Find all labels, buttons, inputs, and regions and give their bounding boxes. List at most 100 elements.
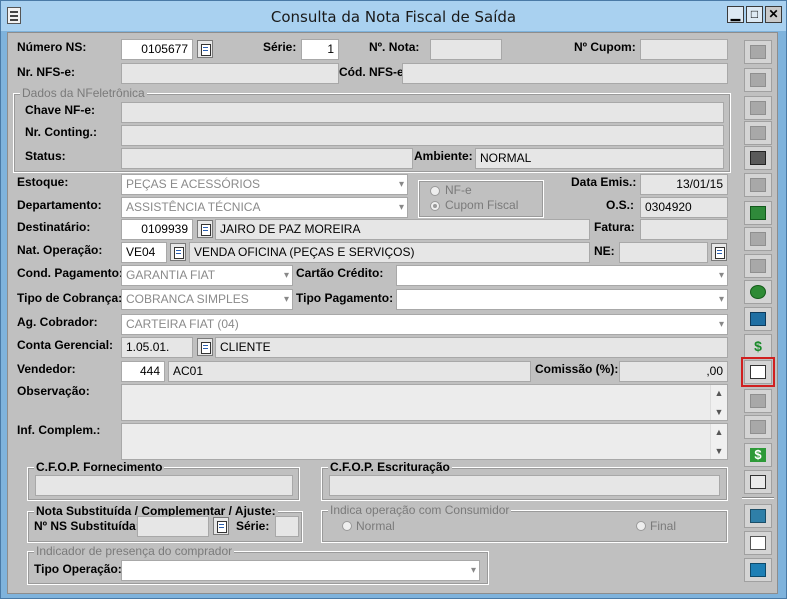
data-emis-field[interactable]: 13/01/15	[640, 174, 728, 195]
cod-nfse-field[interactable]	[402, 63, 728, 84]
tipo-cobranca-select[interactable]: COBRANCA SIMPLES ▾	[121, 289, 293, 310]
scroll-up-icon[interactable]: ▲	[711, 424, 727, 440]
tipo-pag-select[interactable]: ▾	[396, 289, 728, 310]
transfer-button[interactable]	[744, 307, 772, 331]
chevron-down-icon: ▾	[470, 565, 476, 576]
cupom-label: Nº Cupom:	[574, 40, 636, 54]
cupom-field[interactable]	[640, 39, 728, 60]
form-area: Número NS: 0105677 Série: 1 Nº. Nota: Nº…	[9, 34, 735, 592]
substituida-serie-field[interactable]	[275, 516, 299, 537]
vendedor-name-field[interactable]: AC01	[168, 361, 531, 382]
departamento-value: ASSISTÊNCIA TÉCNICA	[126, 200, 261, 214]
nfe-radio[interactable]	[430, 186, 440, 196]
merge-button[interactable]	[744, 389, 772, 413]
window-title: Consulta da Nota Fiscal de Saída	[270, 8, 517, 26]
ag-cobrador-select[interactable]: CARTEIRA FIAT (04) ▾	[121, 314, 728, 335]
fatura-field[interactable]	[640, 219, 728, 240]
columns-button[interactable]	[744, 415, 772, 439]
os-field[interactable]: 0304920	[640, 197, 728, 218]
cartao-select[interactable]: ▾	[396, 265, 728, 286]
serie-label: Série:	[263, 40, 297, 54]
cupom-radio[interactable]	[430, 201, 440, 211]
numero-ns-lookup-icon[interactable]	[197, 40, 213, 58]
dollar-icon: $	[754, 338, 762, 354]
list-button[interactable]	[744, 96, 772, 120]
cod-nfse-label: Cód. NFS-e:	[339, 65, 408, 79]
destinatario-lookup-icon[interactable]	[197, 220, 213, 238]
estoque-label: Estoque:	[17, 175, 69, 189]
minimize-button[interactable]: ▁	[727, 6, 744, 23]
preview-button[interactable]	[744, 121, 772, 145]
trash-button[interactable]	[744, 227, 772, 251]
numero-ns-field[interactable]: 0105677	[121, 39, 193, 60]
edit-document-icon	[750, 365, 766, 379]
destinatario-label: Destinatário:	[17, 220, 91, 234]
truck-button[interactable]	[744, 173, 772, 197]
insert-row-icon	[750, 45, 766, 59]
cond-pag-select[interactable]: GARANTIA FIAT ▾	[121, 265, 293, 286]
nat-op-code-field[interactable]: VE04	[121, 242, 167, 263]
comissao-field[interactable]: ,00	[619, 361, 728, 382]
tipo-operacao-select[interactable]: ▾	[121, 560, 480, 581]
grid-button[interactable]	[744, 531, 772, 555]
tipo-cobranca-value: COBRANCA SIMPLES	[126, 292, 249, 306]
nfse-label: Nr. NFS-e:	[17, 65, 76, 79]
conta-lookup-icon[interactable]	[197, 338, 213, 356]
chave-field[interactable]	[121, 102, 724, 123]
conta-code-field[interactable]: 1.05.01.	[121, 337, 193, 358]
insert-row-button[interactable]	[744, 40, 772, 64]
destinatario-code-field[interactable]: 0109939	[121, 219, 193, 240]
consumidor-normal-radio[interactable]	[342, 521, 352, 531]
observacao-scrollbar[interactable]: ▲ ▼	[710, 385, 727, 420]
cupom-radio-label: Cupom Fiscal	[445, 198, 519, 212]
merge-icon	[750, 394, 766, 408]
scroll-down-icon[interactable]: ▼	[711, 404, 727, 420]
nota-field[interactable]	[430, 39, 502, 60]
table-edit-button[interactable]	[744, 68, 772, 92]
chevron-down-icon: ▾	[398, 202, 404, 213]
save-edit-button[interactable]	[744, 504, 772, 528]
export-button[interactable]	[744, 470, 772, 494]
maximize-button[interactable]: □	[746, 6, 763, 23]
dollar-button-2[interactable]: $	[744, 443, 772, 467]
ns-substituida-lookup-icon[interactable]	[213, 517, 229, 535]
toolbar: $ $	[741, 37, 775, 589]
exit-button[interactable]	[744, 558, 772, 582]
print-document-button[interactable]	[744, 146, 772, 170]
contig-field[interactable]	[121, 125, 724, 146]
money-bag-button[interactable]	[744, 280, 772, 304]
scroll-down-icon[interactable]: ▼	[711, 443, 727, 459]
ambiente-field[interactable]: NORMAL	[475, 148, 724, 169]
conta-name-field[interactable]: CLIENTE	[215, 337, 728, 358]
printer-button[interactable]	[744, 254, 772, 278]
ag-cobrador-label: Ag. Cobrador:	[17, 315, 98, 329]
inf-complem-scrollbar[interactable]: ▲ ▼	[710, 424, 727, 459]
vendedor-code-field[interactable]: 444	[121, 361, 165, 382]
ns-substituida-field[interactable]	[137, 516, 209, 537]
departamento-select[interactable]: ASSISTÊNCIA TÉCNICA ▾	[121, 197, 408, 218]
consumidor-final-radio[interactable]	[636, 521, 646, 531]
status-field[interactable]	[121, 148, 413, 169]
cfop-escrituracao-field[interactable]	[329, 475, 720, 496]
destinatario-name-field[interactable]: JAIRO DE PAZ MOREIRA	[215, 219, 590, 240]
nfse-field[interactable]	[121, 63, 339, 84]
dollar-button[interactable]: $	[744, 334, 772, 358]
serie-field[interactable]: 1	[301, 39, 339, 60]
nat-op-name-field[interactable]: VENDA OFICINA (PEÇAS E SERVIÇOS)	[189, 242, 590, 263]
ne-field[interactable]	[619, 242, 708, 263]
money-bag-icon	[750, 285, 766, 299]
estoque-select[interactable]: PEÇAS E ACESSÓRIOS ▾	[121, 174, 408, 195]
edit-document-button[interactable]	[741, 357, 775, 387]
trash-icon	[750, 232, 766, 246]
ne-label: NE:	[594, 244, 615, 258]
scroll-up-icon[interactable]: ▲	[711, 385, 727, 401]
reload-document-button[interactable]	[744, 201, 772, 225]
cfop-fornecimento-field[interactable]	[35, 475, 293, 496]
table-edit-icon	[750, 73, 766, 87]
nat-op-lookup-icon[interactable]	[170, 243, 186, 261]
inf-complem-textarea[interactable]: ▲ ▼	[121, 423, 728, 460]
observacao-textarea[interactable]: ▲ ▼	[121, 384, 728, 421]
client-area: Número NS: 0105677 Série: 1 Nº. Nota: Nº…	[7, 32, 778, 594]
ne-lookup-icon[interactable]	[711, 243, 727, 261]
close-button[interactable]: ✕	[765, 6, 782, 23]
